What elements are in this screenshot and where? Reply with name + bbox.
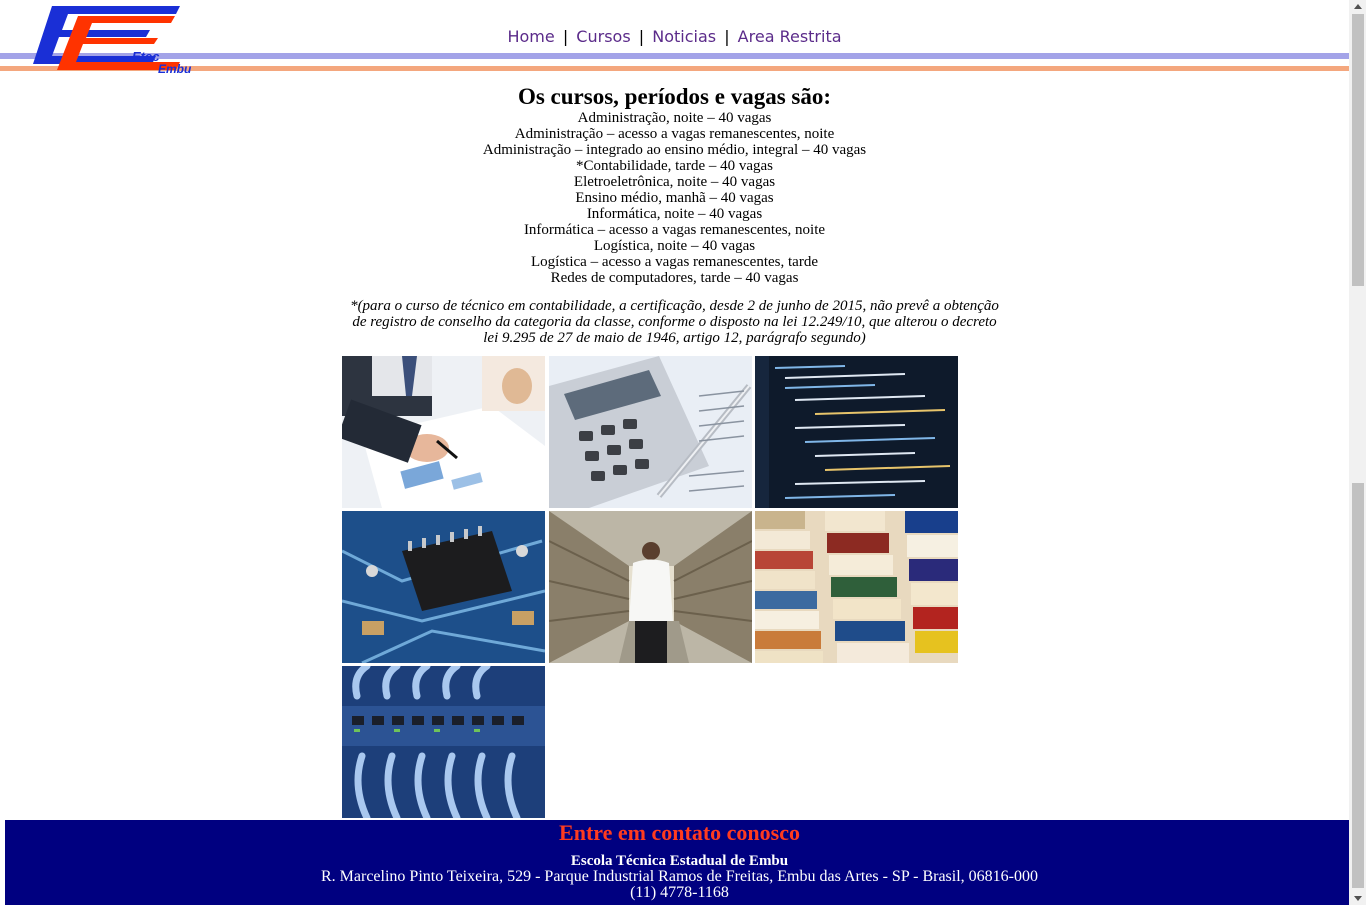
course-item: Administração – acesso a vagas remanesce…	[514, 126, 835, 142]
course-list: Administração, noite – 40 vagas Administ…	[0, 110, 1349, 286]
course-item: Logística, noite – 40 vagas	[593, 238, 756, 254]
administracao-image[interactable]	[342, 356, 545, 508]
course-item: Informática, noite – 40 vagas	[586, 206, 763, 222]
course-item: Eletroeletrônica, noite – 40 vagas	[573, 174, 776, 190]
nav-separator: |	[562, 27, 569, 46]
contabilidade-image[interactable]	[549, 356, 752, 508]
course-item: Redes de computadores, tarde – 40 vagas	[550, 270, 799, 286]
course-item: Administração – integrado ao ensino médi…	[482, 142, 867, 158]
page-scrollbar[interactable]	[1349, 0, 1366, 905]
nav-home-link[interactable]: Home	[507, 27, 554, 46]
main-nav: Home | Cursos | Noticias | Area Restrita	[0, 27, 1349, 46]
nav-separator: |	[638, 27, 645, 46]
scrollbar-track-segment	[1352, 483, 1364, 888]
site-header: Etec Embu Home | Cursos | Noticias | Are…	[0, 0, 1349, 80]
course-item: *Contabilidade, tarde – 40 vagas	[575, 158, 774, 174]
redes-image[interactable]	[342, 666, 545, 818]
school-name: Escola Técnica Estadual de Embu	[570, 853, 789, 869]
nav-area-restrita-link[interactable]: Area Restrita	[738, 27, 842, 46]
contabilidade-note: *(para o curso de técnico em contabilida…	[350, 298, 999, 346]
course-item: Ensino médio, manhã – 40 vagas	[575, 190, 774, 206]
logo-text-etec: Etec	[132, 49, 160, 64]
nav-cursos-link[interactable]: Cursos	[576, 27, 630, 46]
nav-separator: |	[724, 27, 730, 46]
course-item: Logística – acesso a vagas remanescentes…	[531, 254, 818, 270]
scroll-up-icon[interactable]	[1354, 4, 1362, 9]
site-footer: Entre em contato conosco Escola Técnica …	[5, 820, 1354, 905]
main-content: Os cursos, períodos e vagas são: Adminis…	[0, 84, 1349, 346]
school-address: R. Marcelino Pinto Teixeira, 529 - Parqu…	[321, 868, 1038, 885]
school-phone: (11) 4778-1168	[630, 884, 729, 901]
ensino-medio-image[interactable]	[755, 511, 958, 663]
logo-text-embu: Embu	[158, 62, 192, 74]
course-image-gallery	[342, 356, 962, 818]
informatica-image[interactable]	[755, 356, 958, 508]
page-title: Os cursos, períodos e vagas são:	[517, 84, 832, 109]
logistica-image[interactable]	[549, 511, 752, 663]
course-item: Administração, noite – 40 vagas	[577, 110, 772, 126]
contact-heading: Entre em contato conosco	[559, 820, 800, 845]
course-item: Informática – acesso a vagas remanescent…	[523, 222, 826, 238]
scrollbar-thumb[interactable]	[1352, 14, 1364, 286]
scroll-down-icon[interactable]	[1354, 896, 1362, 901]
eletroeletronica-image[interactable]	[342, 511, 545, 663]
nav-noticias-link[interactable]: Noticias	[652, 27, 716, 46]
